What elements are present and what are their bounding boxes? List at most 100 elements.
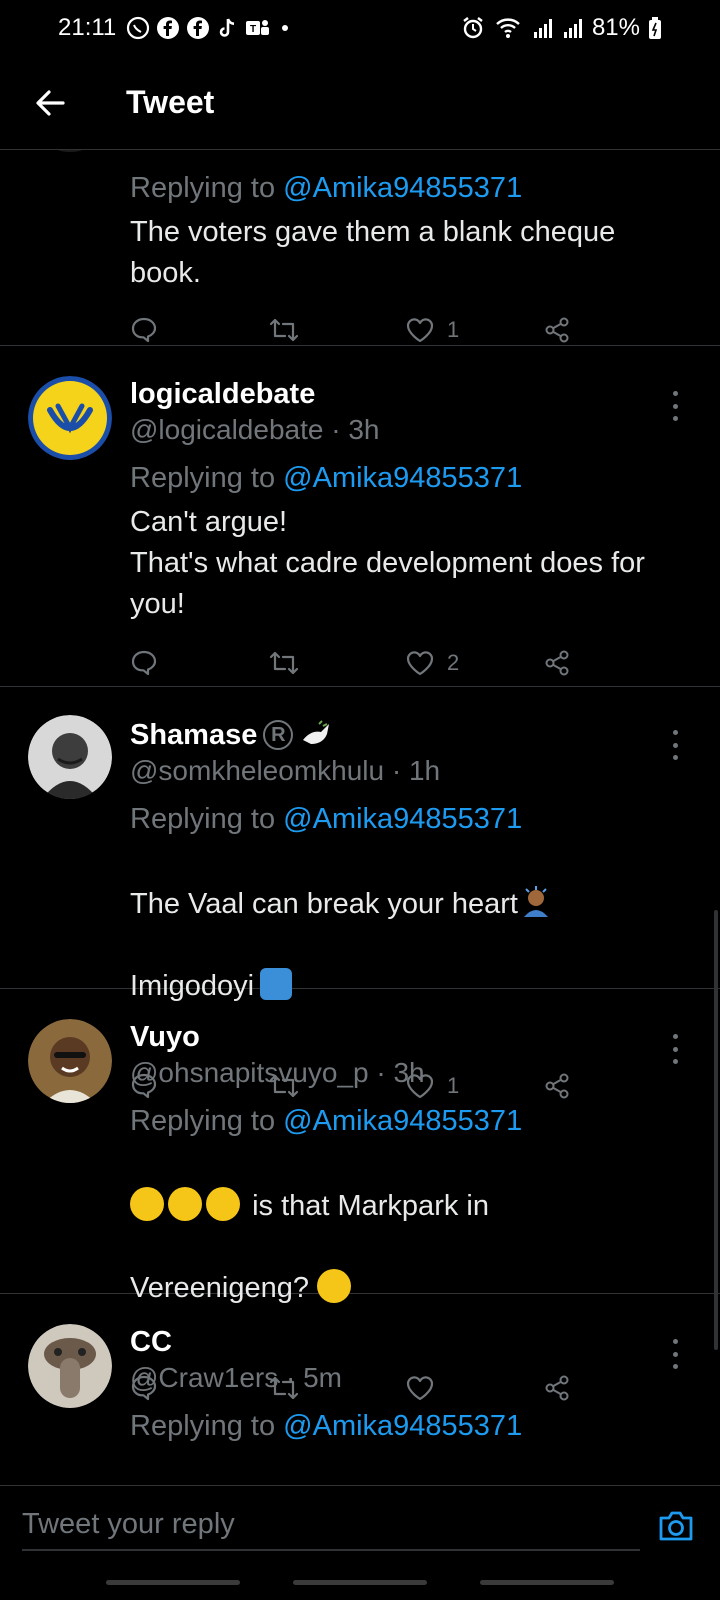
tweet-text: The voters gave them a blank cheque book…: [130, 216, 616, 289]
tweet-actions: 2: [130, 643, 680, 683]
mention-link[interactable]: @Amika94855371: [283, 803, 522, 835]
more-options-button[interactable]: [670, 1339, 680, 1369]
camera-button[interactable]: [654, 1504, 698, 1548]
mention-link[interactable]: @Amika94855371: [283, 1105, 522, 1137]
display-name[interactable]: Vuyo: [130, 1019, 680, 1055]
battery-percent: 81%: [591, 14, 640, 41]
handle-time: @somkheleomkhulu · 1h: [130, 755, 441, 786]
alarm-icon: [463, 17, 483, 39]
more-options-button[interactable]: [670, 730, 680, 760]
reply-composer: [0, 1485, 720, 1565]
status-time: 21:11: [58, 14, 117, 41]
back-nav-button[interactable]: [479, 1580, 614, 1585]
handle-time: @ohsnapitsvuyo_p · 3h: [130, 1057, 425, 1088]
reply-button[interactable]: [130, 649, 268, 677]
like-button[interactable]: 2: [405, 649, 543, 677]
tweet-text: Can't argue! That's what cadre developme…: [130, 506, 645, 620]
retweet-button[interactable]: [268, 649, 406, 677]
share-icon: [545, 317, 568, 343]
facebook-icon: [157, 17, 180, 39]
tweet-item[interactable]: Replying to @Amika94855371 The voters ga…: [0, 150, 720, 346]
replying-prefix: Replying to: [130, 1410, 276, 1442]
teams-icon: T: [246, 20, 270, 35]
display-name-text: Vuyo: [130, 1020, 200, 1053]
more-notifications-dot: [282, 25, 289, 31]
whatsapp-icon: [127, 16, 150, 40]
replying-to: Replying to @Amika94855371: [130, 462, 680, 500]
tweet-text-line: The Vaal can break your heart: [130, 888, 518, 920]
replying-to: Replying to @Amika94855371: [130, 803, 680, 841]
mention-link[interactable]: @Amika94855371: [283, 1410, 522, 1442]
display-name-text: Shamase: [130, 718, 258, 751]
avatar[interactable]: [28, 376, 112, 460]
tears-of-joy-emoji: [206, 1187, 240, 1221]
replying-prefix: Replying to: [130, 462, 276, 494]
display-name-text: logicaldebate: [130, 377, 316, 410]
signal-icon: [533, 19, 552, 38]
reply-button[interactable]: [130, 316, 268, 344]
registered-icon: R: [263, 720, 294, 750]
replying-to: Replying to @Amika94855371: [130, 1410, 680, 1448]
replying-prefix: Replying to: [130, 803, 276, 835]
facebook-icon-2: [187, 17, 210, 39]
tweet-text-line: is that Markpark in: [252, 1190, 489, 1222]
more-options-button[interactable]: [670, 391, 680, 421]
battery-icon: [649, 17, 661, 39]
reply-feed[interactable]: Replying to @Amika94855371 The voters ga…: [0, 150, 720, 1485]
top-app-bar: Tweet: [0, 56, 720, 150]
handle-time: @Craw1ers · 5m: [130, 1362, 343, 1393]
retweet-icon: [269, 318, 298, 342]
more-options-button[interactable]: [670, 1034, 680, 1064]
reply-icon: [131, 650, 157, 676]
page-title: Tweet: [126, 84, 215, 120]
status-bar: 21:11 T 81%: [0, 0, 720, 56]
heart-icon: [406, 651, 434, 676]
mention-link[interactable]: @Amika94855371: [283, 462, 522, 494]
svg-text:T: T: [250, 24, 256, 35]
home-button[interactable]: [292, 1580, 427, 1585]
signal-icon-2: [563, 19, 582, 38]
replying-prefix: Replying to: [130, 172, 276, 204]
like-button[interactable]: 1: [405, 316, 543, 344]
system-nav-bar: [0, 1565, 720, 1600]
display-name-text: CC: [130, 1325, 172, 1358]
tears-of-joy-emoji: [130, 1187, 164, 1221]
back-button[interactable]: [26, 79, 74, 127]
like-count: 2: [447, 650, 460, 675]
replying-to: Replying to @Amika94855371: [130, 172, 680, 210]
handle-time: @logicaldebate · 3h: [130, 414, 380, 445]
avatar[interactable]: [28, 1324, 112, 1408]
display-name[interactable]: Shamase R: [130, 717, 680, 753]
scrollbar[interactable]: [714, 910, 718, 1350]
display-name[interactable]: logicaldebate: [130, 376, 680, 412]
system-icons: 81%: [460, 14, 662, 42]
tweet-item[interactable]: Vuyo @ohsnapitsvuyo_p · 3h Replying to @…: [0, 989, 720, 1401]
wifi-icon: [496, 18, 520, 38]
heart-icon: [406, 318, 434, 343]
tweet-item[interactable]: Shamase R @somkheleomkhulu · 1h Replying…: [0, 687, 720, 1099]
person-bowing-emoji: [523, 886, 548, 917]
replying-prefix: Replying to: [130, 1105, 276, 1137]
tiktok-icon: [220, 18, 235, 37]
dove-icon: [303, 720, 330, 744]
share-icon: [545, 650, 568, 676]
reply-icon: [131, 317, 157, 343]
recents-button[interactable]: [106, 1580, 241, 1585]
tweet-item[interactable]: CC @Craw1ers · 5m Replying to @Amika9485…: [0, 1294, 720, 1485]
avatar[interactable]: [28, 1019, 112, 1103]
tweet-actions: 1: [130, 310, 680, 350]
retweet-button[interactable]: [268, 316, 406, 344]
notification-icons: T: [126, 16, 289, 40]
camera-icon: [659, 1511, 693, 1540]
tweet-item[interactable]: logicaldebate @logicaldebate · 3h Replyi…: [0, 346, 720, 687]
display-name[interactable]: CC: [130, 1324, 680, 1360]
replying-to: Replying to @Amika94855371: [130, 1105, 680, 1143]
like-count: 1: [447, 317, 460, 342]
share-button[interactable]: [543, 649, 681, 677]
avatar[interactable]: [28, 715, 112, 799]
retweet-icon: [269, 651, 298, 675]
tears-of-joy-emoji: [168, 1187, 202, 1221]
reply-input[interactable]: [22, 1500, 640, 1551]
mention-link[interactable]: @Amika94855371: [283, 172, 522, 204]
share-button[interactable]: [543, 316, 681, 344]
